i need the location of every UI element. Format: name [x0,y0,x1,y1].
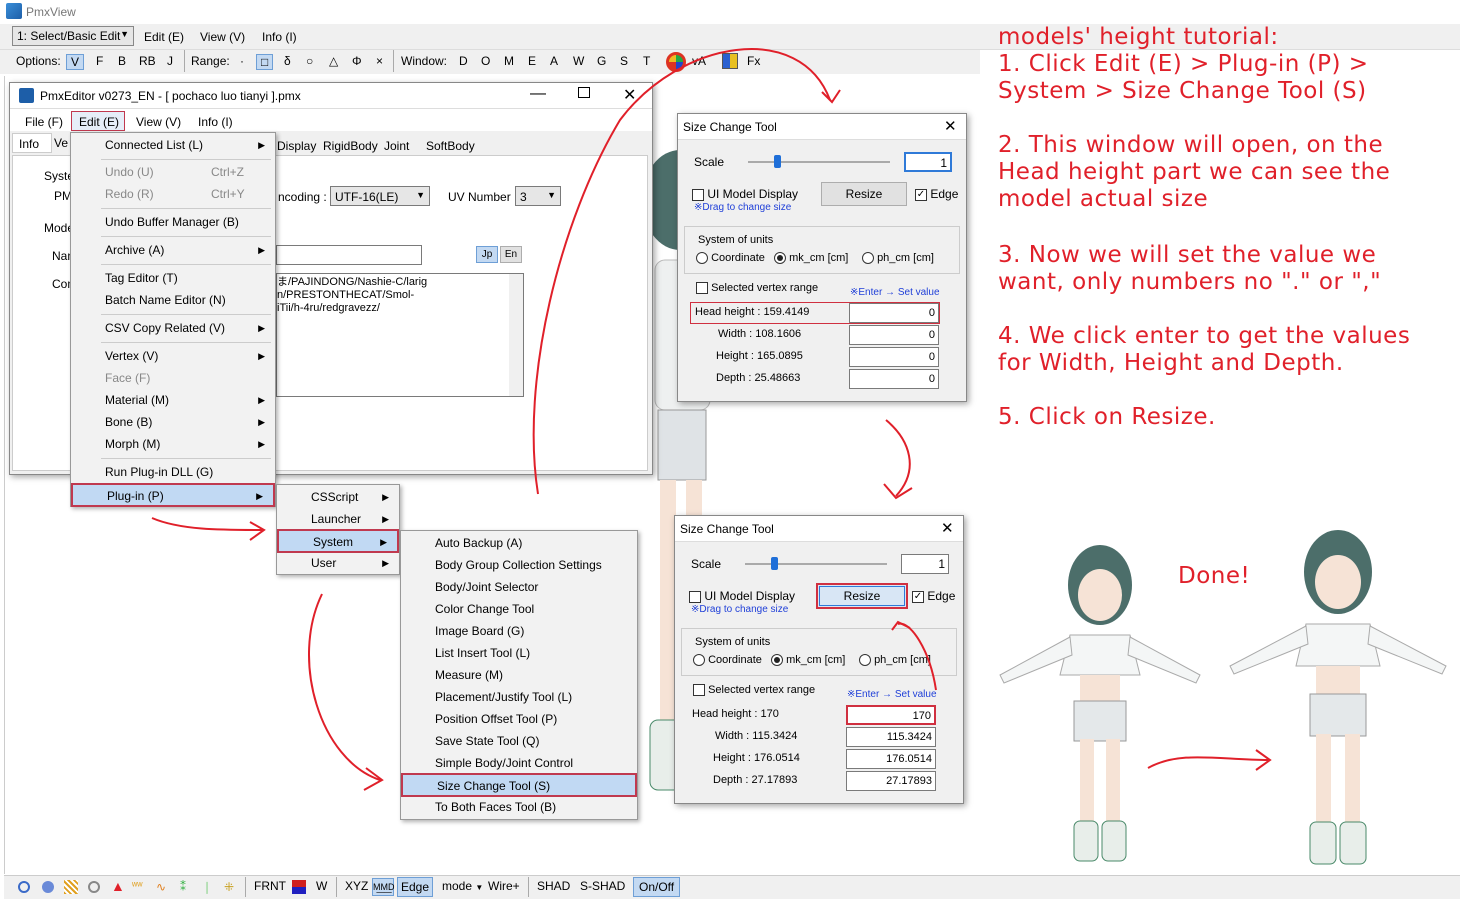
status-mode[interactable]: mode ▼ [442,879,483,893]
tutorial-step4a: 4. We click enter to get the values [998,323,1411,349]
softbody-icon[interactable]: ⁜ [224,880,234,894]
tutorial-step3b: want, only numbers no "." or "," [998,269,1382,295]
arrowhead [363,767,384,791]
triangle-icon[interactable]: ▲ [111,878,125,894]
tutorial-step2c: model actual size [998,186,1209,212]
tutorial-title: models' height tutorial: [998,24,1279,50]
mmd-icon[interactable]: M͟M͟D [372,878,395,896]
arrow-down [885,419,911,497]
status-sshad[interactable]: S-SHAD [580,879,625,893]
tutorial-step4b: for Width, Height and Depth. [998,350,1344,376]
tutorial-step1a: 1. Click Edit (E) > Plug-in (P) > [998,51,1369,77]
tutorial-step1b: System > Size Change Tool (S) [998,78,1367,104]
status-separator [336,877,337,897]
arrowhead [821,89,841,104]
status-edge[interactable]: Edge [397,877,434,897]
status-wire[interactable]: Wire+ [488,879,520,893]
status-separator [528,877,529,897]
status-w[interactable]: W [316,879,327,893]
vertex-icon[interactable] [18,881,30,893]
arrow-to-resize [897,622,937,691]
tutorial-step2a: 2. This window will open, on the [998,132,1384,158]
character-model-after [1229,530,1447,865]
status-separator [245,877,246,897]
status-mode-label: mode [442,879,473,893]
status-xyz[interactable]: XYZ [345,879,368,893]
bone-icon[interactable]: ʷʷ [132,880,143,892]
arrow-system-to-size [308,593,381,781]
face-icon[interactable] [42,881,54,893]
status-frnt[interactable]: FRNT [254,879,286,893]
morph-icon[interactable]: ∿ [156,880,166,894]
joint-icon[interactable]: ❘ [202,880,212,894]
arrowhead [883,483,913,500]
status-bar [4,875,1460,899]
tutorial-step3a: 3. Now we will set the value we [998,242,1377,268]
wire-icon[interactable] [64,880,78,894]
status-onoff[interactable]: On/Off [633,877,681,897]
status-shad[interactable]: SHAD [537,879,570,893]
tutorial-step5: 5. Click on Resize. [998,404,1216,430]
arrowhead [891,620,911,631]
chevron-down-icon: ▼ [475,883,484,892]
arrow-plugin-to-system [151,517,263,531]
character-model-before [999,545,1201,862]
tutorial-step2b: Head height part we can see the [998,159,1391,185]
arrow-to-tool [532,48,831,495]
rigidbody-icon[interactable]: ⁑ [180,880,186,894]
arrowhead [249,521,266,541]
color-icon[interactable] [292,880,306,894]
circle-icon[interactable] [88,881,100,893]
